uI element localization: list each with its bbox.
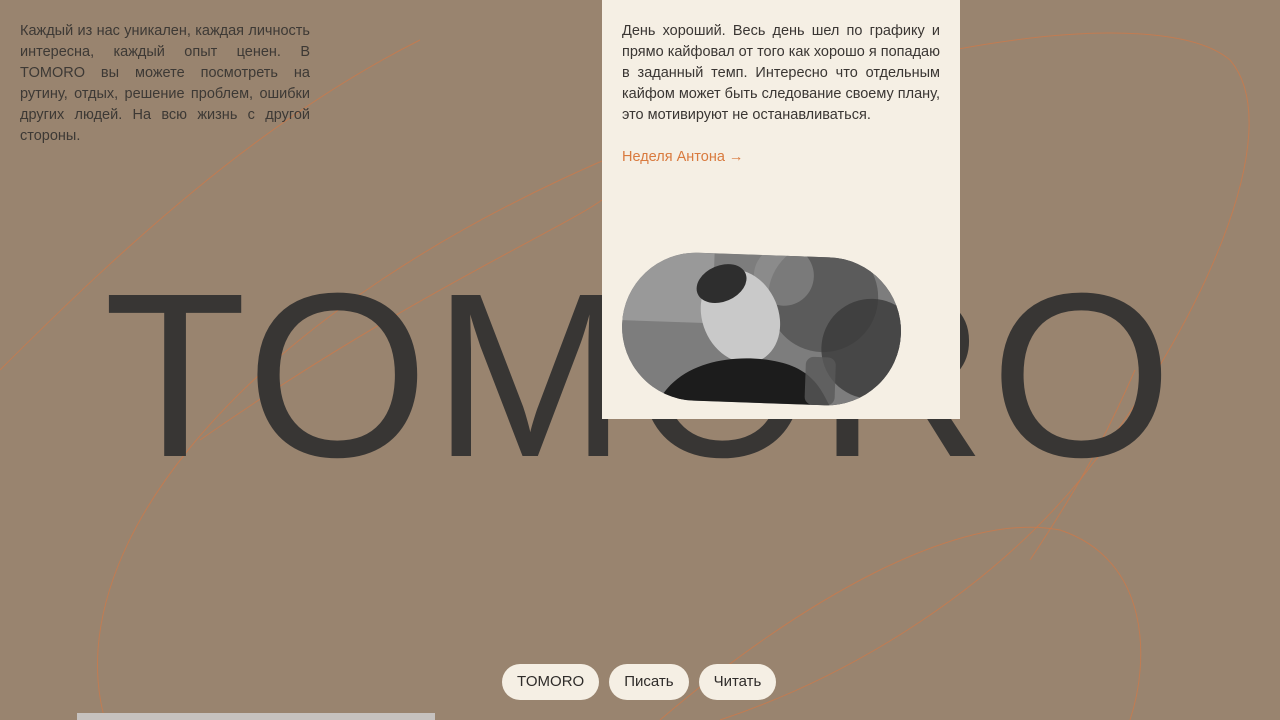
intro-text: Каждый из нас уникален, каждая личность … bbox=[20, 23, 310, 144]
story-card: День хороший. Весь день шел по графику и… bbox=[602, 0, 960, 419]
nav-read-button[interactable]: Читать bbox=[698, 664, 777, 700]
nav-tomoro-button[interactable]: TOMORO bbox=[502, 664, 600, 700]
bottom-scroll-bar bbox=[77, 713, 435, 720]
nav-write-button[interactable]: Писать bbox=[609, 664, 689, 700]
bottom-nav: TOMORO Писать Читать bbox=[502, 664, 777, 700]
portrait-photo-icon bbox=[619, 250, 904, 408]
story-text: День хороший. Весь день шел по графику и… bbox=[622, 23, 940, 123]
story-link[interactable]: Неделя Антона → bbox=[622, 147, 743, 168]
